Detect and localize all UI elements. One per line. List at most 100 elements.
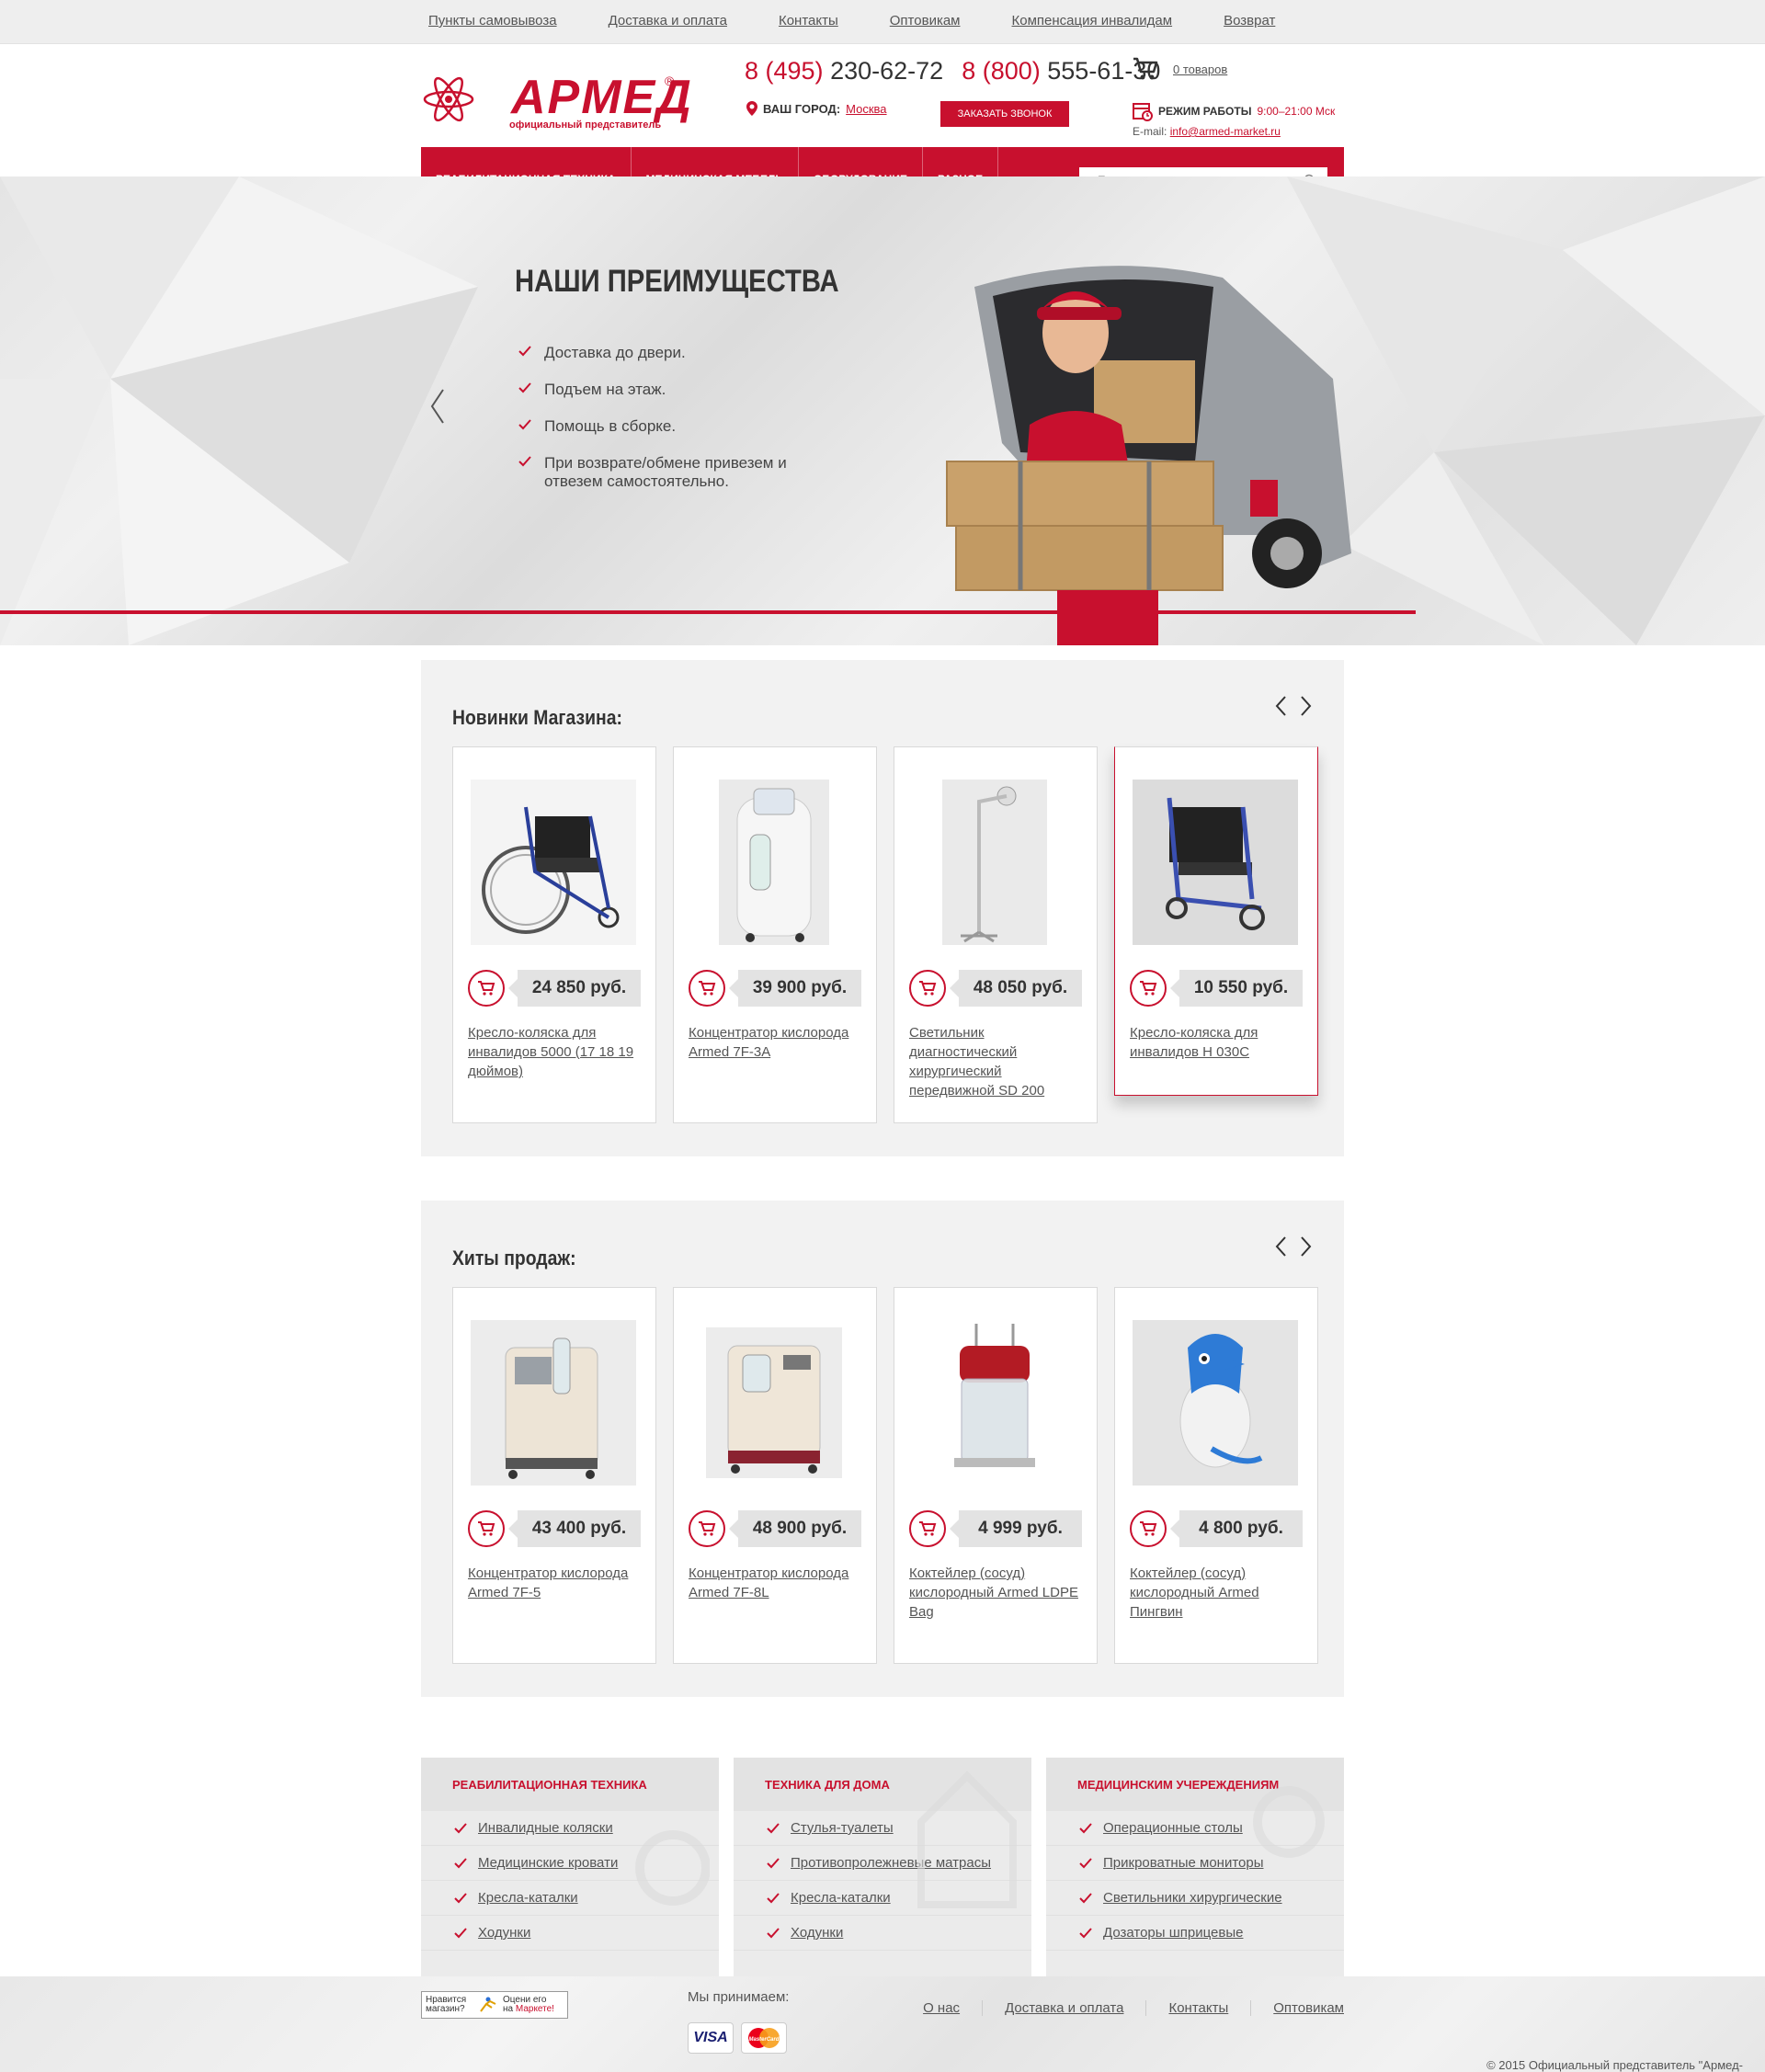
- check-icon: [767, 1892, 780, 1903]
- product-name-link[interactable]: Кресло-коляска для инвалидов Н 030С: [1130, 1023, 1310, 1062]
- product-image-wheelchair[interactable]: [1132, 779, 1299, 946]
- logo[interactable]: АРМЕД ® официальный представитель: [421, 63, 691, 136]
- product-image-oxygen-concentrator[interactable]: [690, 779, 858, 946]
- product-name-link[interactable]: Концентратор кислорода Armed 7F-8L: [689, 1564, 869, 1602]
- product-image-oxygen-concentrator[interactable]: [690, 1319, 858, 1486]
- top-bar: Пункты самовывоза Доставка и оплата Конт…: [0, 0, 1765, 44]
- category-link[interactable]: Прикроватные мониторы: [1103, 1855, 1264, 1871]
- carousel-prev-icon[interactable]: [1274, 695, 1287, 717]
- product-name-link[interactable]: Светильник диагностический хирургический…: [909, 1023, 1089, 1100]
- product-price: 4 999 руб.: [950, 1510, 1082, 1547]
- add-to-cart-button[interactable]: [1130, 970, 1167, 1007]
- check-icon: [767, 1822, 780, 1833]
- product-name-link[interactable]: Коктейлер (сосуд) кислородный Armed Пинг…: [1130, 1564, 1310, 1622]
- top-link-pickup[interactable]: Пункты самовывоза: [428, 13, 557, 28]
- runner-icon: [480, 1997, 496, 2012]
- logo-flower-icon: [423, 76, 474, 122]
- product-card[interactable]: 48 900 руб. Концентратор кислорода Armed…: [673, 1287, 877, 1664]
- add-to-cart-button[interactable]: [1130, 1510, 1167, 1547]
- top-link-wholesale[interactable]: Оптовикам: [890, 13, 961, 28]
- top-link-delivery[interactable]: Доставка и оплата: [609, 13, 727, 28]
- cart-icon[interactable]: [1133, 57, 1158, 81]
- product-price: 24 850 руб.: [508, 970, 641, 1007]
- product-price: 48 050 руб.: [950, 970, 1082, 1007]
- check-icon: [1079, 1857, 1092, 1868]
- order-call-button[interactable]: Заказать звонок: [940, 101, 1069, 127]
- top-link-compensation[interactable]: Компенсация инвалидам: [1012, 13, 1173, 28]
- city-link[interactable]: Москва: [846, 102, 886, 116]
- city-selector: ВАШ ГОРОД: Москва: [746, 101, 887, 116]
- market-rating-badge[interactable]: Нравится магазин? Оцени его на Маркете!: [421, 1991, 568, 2019]
- hours-value: 9:00–21:00 Мск: [1257, 105, 1336, 118]
- email-link[interactable]: info@armed-market.ru: [1170, 125, 1281, 138]
- category-link[interactable]: Дозаторы шприцевые: [1103, 1925, 1243, 1941]
- product-name-link[interactable]: Концентратор кислорода Armed 7F-5: [468, 1564, 648, 1602]
- category-link[interactable]: Стулья-туалеты: [791, 1820, 894, 1836]
- add-to-cart-button[interactable]: [689, 970, 725, 1007]
- product-card[interactable]: 10 550 руб. Кресло-коляска для инвалидов…: [1114, 746, 1318, 1096]
- footer: Нравится магазин? Оцени его на Маркете! М…: [0, 1976, 1765, 2072]
- product-name-link[interactable]: Коктейлер (сосуд) кислородный Armed LDPE…: [909, 1564, 1089, 1622]
- add-to-cart-button[interactable]: [909, 970, 946, 1007]
- category-link[interactable]: Кресла-каталки: [478, 1890, 578, 1906]
- carousel-arrows: [1274, 1235, 1313, 1258]
- new-products-title: Новинки Магазина:: [452, 706, 622, 729]
- add-to-cart-button[interactable]: [468, 1510, 505, 1547]
- phone-moscow[interactable]: 8 (495) 230-62-72: [745, 57, 943, 85]
- hero-benefit: Помощь в сборке.: [515, 417, 800, 436]
- product-card[interactable]: 24 850 руб. Кресло-коляска для инвалидов…: [452, 746, 656, 1123]
- calendar-icon: [1133, 103, 1153, 121]
- product-image-oxygen-cocktailer[interactable]: [911, 1319, 1078, 1486]
- product-image-surgical-lamp[interactable]: [911, 779, 1078, 946]
- carousel-next-icon[interactable]: [1300, 695, 1313, 717]
- product-card[interactable]: 4 800 руб. Коктейлер (сосуд) кислородный…: [1114, 1287, 1318, 1664]
- cart-icon: [919, 981, 937, 996]
- top-link-contacts[interactable]: Контакты: [779, 13, 838, 28]
- carousel-next-icon[interactable]: [1300, 1235, 1313, 1258]
- category-link[interactable]: Ходунки: [791, 1925, 843, 1941]
- product-image-oxygen-concentrator[interactable]: [470, 1319, 637, 1486]
- category-block-institutions: Медицинским учереждениям Операционные ст…: [1046, 1758, 1344, 1976]
- product-name-link[interactable]: Кресло-коляска для инвалидов 5000 (17 18…: [468, 1023, 648, 1081]
- phone-free[interactable]: 8 (800) 555-61-30: [962, 57, 1160, 85]
- hero-red-line: [0, 610, 1416, 614]
- hero-prev-arrow[interactable]: [428, 388, 447, 425]
- hero-benefits-list: Доставка до двери. Подъем на этаж. Помощ…: [515, 344, 800, 509]
- check-icon: [518, 382, 531, 393]
- footer-link-delivery[interactable]: Доставка и оплата: [982, 2000, 1145, 2016]
- category-link[interactable]: Кресла-каталки: [791, 1890, 891, 1906]
- check-icon: [767, 1857, 780, 1868]
- cart-icon: [699, 981, 716, 996]
- category-link[interactable]: Операционные столы: [1103, 1820, 1243, 1836]
- copyright: © 2015 Официальный представитель "Армед-: [1486, 2058, 1743, 2072]
- carousel-prev-icon[interactable]: [1274, 1235, 1287, 1258]
- add-to-cart-button[interactable]: [689, 1510, 725, 1547]
- bestsellers-section: Хиты продаж: 43 400 руб. Концентратор ки…: [421, 1201, 1344, 1697]
- cart: 0 товаров: [1133, 57, 1227, 81]
- phones: 8 (495) 230-62-72 8 (800) 555-61-30: [745, 57, 1160, 85]
- product-card[interactable]: 39 900 руб. Концентратор кислорода Armed…: [673, 746, 877, 1123]
- cart-link[interactable]: 0 товаров: [1173, 63, 1227, 76]
- cart-icon: [478, 981, 495, 996]
- category-link[interactable]: Медицинские кровати: [478, 1855, 618, 1871]
- product-name-link[interactable]: Концентратор кислорода Armed 7F-3A: [689, 1023, 869, 1062]
- category-link[interactable]: Ходунки: [478, 1925, 530, 1941]
- add-to-cart-button[interactable]: [909, 1510, 946, 1547]
- footer-link-contacts[interactable]: Контакты: [1145, 2000, 1250, 2016]
- cart-icon: [1140, 1521, 1157, 1536]
- product-card[interactable]: 43 400 руб. Концентратор кислорода Armed…: [452, 1287, 656, 1664]
- product-price: 48 900 руб.: [729, 1510, 861, 1547]
- add-to-cart-button[interactable]: [468, 970, 505, 1007]
- footer-link-wholesale[interactable]: Оптовикам: [1250, 2000, 1344, 2016]
- product-image-penguin-cocktailer[interactable]: [1132, 1319, 1299, 1486]
- product-image-wheelchair[interactable]: [470, 779, 637, 946]
- cart-icon: [699, 1521, 716, 1536]
- category-link[interactable]: Инвалидные коляски: [478, 1820, 613, 1836]
- footer-links: О нас Доставка и оплата Контакты Оптовик…: [923, 2000, 1344, 2016]
- product-card[interactable]: 48 050 руб. Светильник диагностический х…: [894, 746, 1098, 1123]
- courier-van-image: [946, 266, 1351, 645]
- footer-link-about[interactable]: О нас: [923, 2000, 982, 2016]
- product-card[interactable]: 4 999 руб. Коктейлер (сосуд) кислородный…: [894, 1287, 1098, 1664]
- top-link-return[interactable]: Возврат: [1224, 13, 1275, 28]
- check-icon: [1079, 1822, 1092, 1833]
